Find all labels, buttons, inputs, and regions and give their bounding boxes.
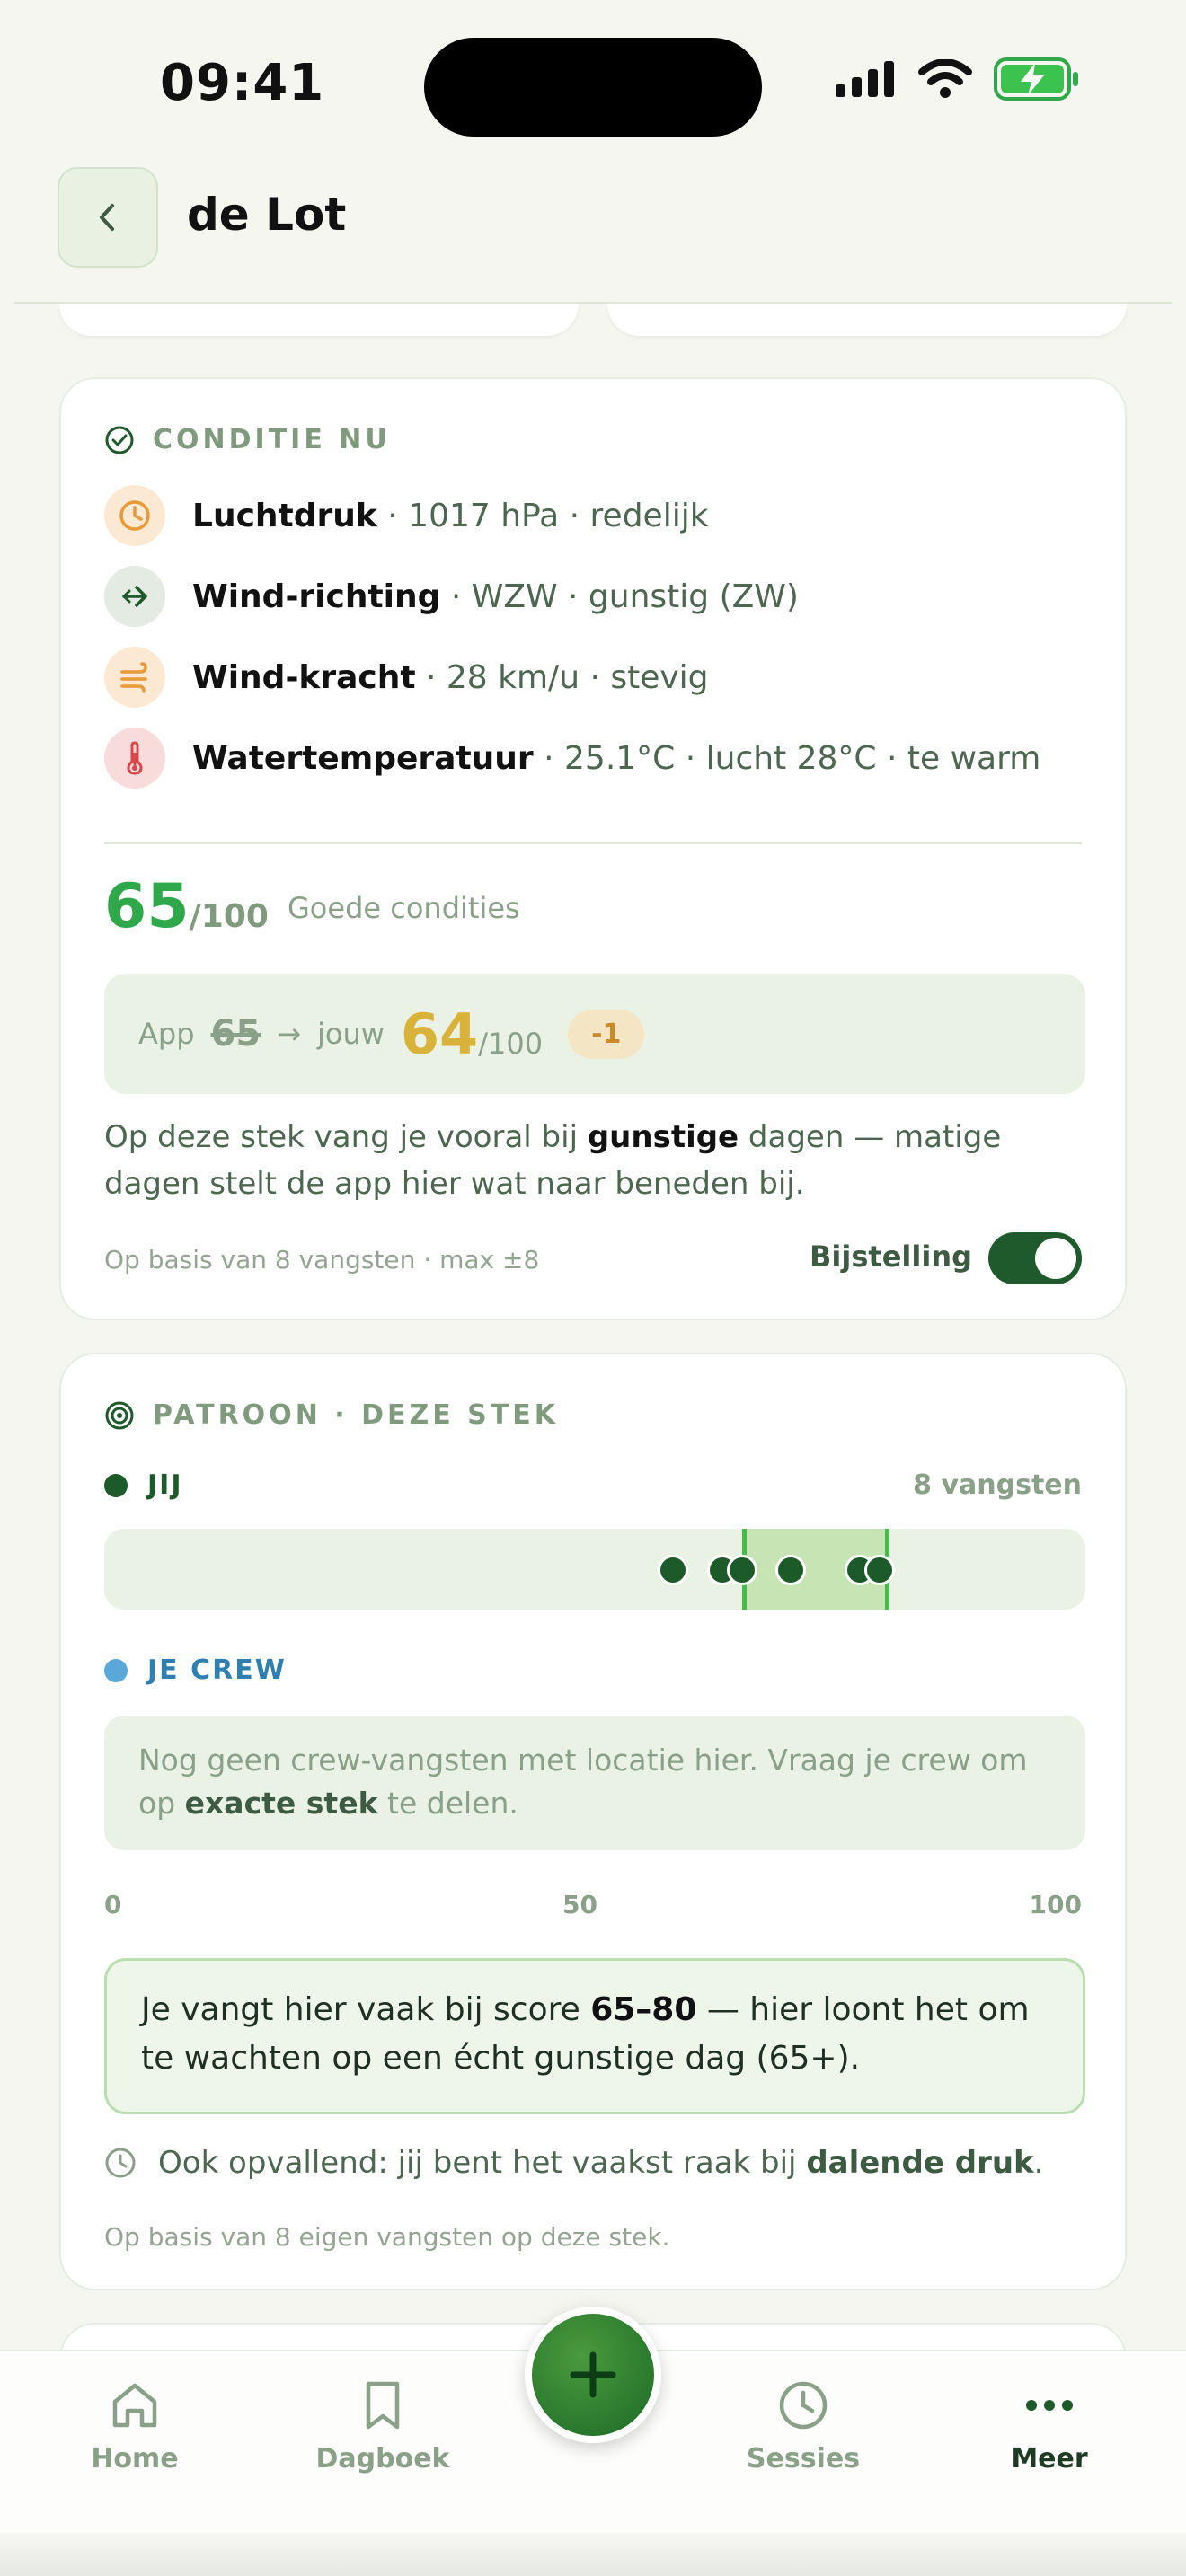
condition-detail: · WZW · gunstig (ZW) [440, 578, 799, 615]
explanation-text: Op deze stek vang je vooral bij [104, 1119, 588, 1155]
wifi-icon [918, 59, 972, 98]
tab-label: Meer [1011, 2443, 1088, 2475]
clock-icon [104, 485, 165, 546]
condition-score: 65/100 [104, 871, 269, 942]
home-indicator-area [0, 2533, 1186, 2576]
score-track [104, 1529, 1085, 1610]
catch-dot [658, 1555, 689, 1585]
app-score: 65 [210, 1013, 261, 1054]
condition-label: Wind-richting [192, 578, 441, 615]
condition-label: Watertemperatuur [192, 739, 534, 777]
dynamic-island [424, 38, 762, 137]
nav-header: de Lot [0, 162, 1186, 302]
catch-count: 8 vangsten [913, 1469, 1082, 1501]
condition-detail: · 28 km/u · stevig [415, 658, 709, 696]
pattern-insight: Je vangt hier vaak bij score 65–80 — hie… [104, 1958, 1085, 2114]
crew-empty-text: te delen. [377, 1786, 518, 1821]
tab-home[interactable]: Home [45, 2378, 225, 2475]
crew-legend-label: JE CREW [147, 1654, 287, 1686]
tab-label: Home [91, 2443, 179, 2475]
insight-bold: 65–80 [590, 1991, 697, 2028]
arrow-icon: → [277, 1017, 301, 1051]
condition-row-wind-force: Wind-kracht · 28 km/u · stevig [104, 647, 709, 708]
tab-label: Dagboek [315, 2443, 450, 2475]
app-label: App [138, 1017, 195, 1051]
condition-row-pressure: Luchtdruk · 1017 hPa · redelijk [104, 485, 709, 546]
condition-footnote: Op basis van 8 vangsten · max ±8 [104, 1245, 540, 1275]
condition-detail: · 1017 hPa · redelijk [376, 497, 709, 534]
arrow-right-icon [104, 566, 165, 627]
condition-row-wind-direction: Wind-richting · WZW · gunstig (ZW) [104, 566, 799, 627]
crew-dot [104, 1658, 128, 1682]
extra-text: Ook opvallend: jij bent het vaakst raak … [158, 2145, 807, 2181]
status-bar: 09:41 [0, 0, 1186, 162]
condition-card: CONDITIE NU Luchtdruk · 1017 hPa · redel… [59, 377, 1127, 1320]
pattern-footnote: Op basis van 8 eigen vangsten op deze st… [104, 2222, 670, 2252]
plus-icon [570, 2351, 616, 2398]
delta-badge: -1 [568, 1009, 645, 1059]
status-time: 09:41 [160, 54, 325, 112]
condition-label: Luchtdruk [192, 497, 377, 534]
signal-icon [836, 61, 894, 97]
you-dot [104, 1473, 128, 1497]
previous-card-right [607, 304, 1127, 336]
more-icon [1026, 2400, 1073, 2411]
catch-dot [863, 1555, 895, 1585]
battery-charging-icon [994, 57, 1078, 101]
axis-min: 0 [104, 1890, 122, 1919]
score-adjustment: App 65 → jouw 64/100 -1 [104, 974, 1085, 1094]
condition-row-water-temp: Watertemperatuur · 25.1°C · lucht 28°C ·… [104, 728, 1040, 789]
add-catch-button[interactable] [525, 2307, 661, 2443]
pattern-header: PATROON · DEZE STEK [104, 1399, 559, 1431]
crew-legend: JE CREW [104, 1654, 287, 1686]
status-icons [836, 57, 1080, 101]
you-legend: JIJ [104, 1469, 183, 1501]
clock-icon [105, 2148, 136, 2178]
axis-mid: 50 [562, 1890, 597, 1919]
condition-label: Wind-kracht [192, 658, 416, 696]
toggle-knob [1035, 1238, 1076, 1279]
tab-dagboek[interactable]: Dagboek [293, 2378, 473, 2475]
pattern-card: PATROON · DEZE STEK JIJ 8 vangsten JE CR… [59, 1353, 1127, 2290]
chevron-left-icon [100, 204, 114, 231]
home-icon [112, 2383, 157, 2428]
condition-detail: · 25.1°C · lucht 28°C · te warm [533, 739, 1041, 777]
extra-bold: dalende druk [806, 2145, 1034, 2181]
pattern-extra: Ook opvallend: jij bent het vaakst raak … [104, 2145, 1043, 2181]
tab-label: Sessies [746, 2443, 861, 2475]
target-icon [105, 1401, 134, 1429]
toggle-label: Bijstelling [810, 1239, 972, 1274]
clock-icon [779, 2381, 828, 2430]
crew-empty-state: Nog geen crew-vangsten met locatie hier.… [104, 1716, 1085, 1850]
score-value: 65 [104, 871, 190, 942]
explanation-bold: gunstige [587, 1119, 739, 1155]
you-max: /100 [478, 1026, 544, 1061]
condition-title: CONDITIE NU [153, 424, 391, 455]
extra-text: . [1033, 2145, 1044, 2181]
catch-dot [726, 1555, 757, 1585]
crew-empty-bold: exacte stek [184, 1786, 378, 1821]
insight-text: Je vangt hier vaak bij score [141, 1991, 591, 2028]
divider [104, 842, 1082, 844]
bookmark-icon [366, 2381, 400, 2430]
wind-icon [104, 647, 165, 708]
score-label: Goede condities [288, 891, 520, 925]
adjustment-explanation: Op deze stek vang je vooral bij gunstige… [104, 1114, 1093, 1207]
you-label: jouw [317, 1017, 385, 1051]
page-title: de Lot [187, 189, 347, 241]
tab-meer[interactable]: Meer [960, 2378, 1139, 2475]
axis-max: 100 [1029, 1890, 1082, 1919]
condition-header: CONDITIE NU [104, 424, 391, 455]
score-max: /100 [189, 898, 269, 935]
pattern-title: PATROON · DEZE STEK [153, 1399, 559, 1431]
adjustment-toggle[interactable] [988, 1232, 1082, 1284]
check-circle-icon [105, 426, 134, 454]
back-button[interactable] [58, 167, 158, 268]
previous-card-left [59, 304, 579, 336]
you-score: 64 [400, 1001, 479, 1067]
tab-sessies[interactable]: Sessies [713, 2378, 893, 2475]
thermometer-icon [104, 728, 165, 789]
you-legend-label: JIJ [147, 1469, 183, 1501]
